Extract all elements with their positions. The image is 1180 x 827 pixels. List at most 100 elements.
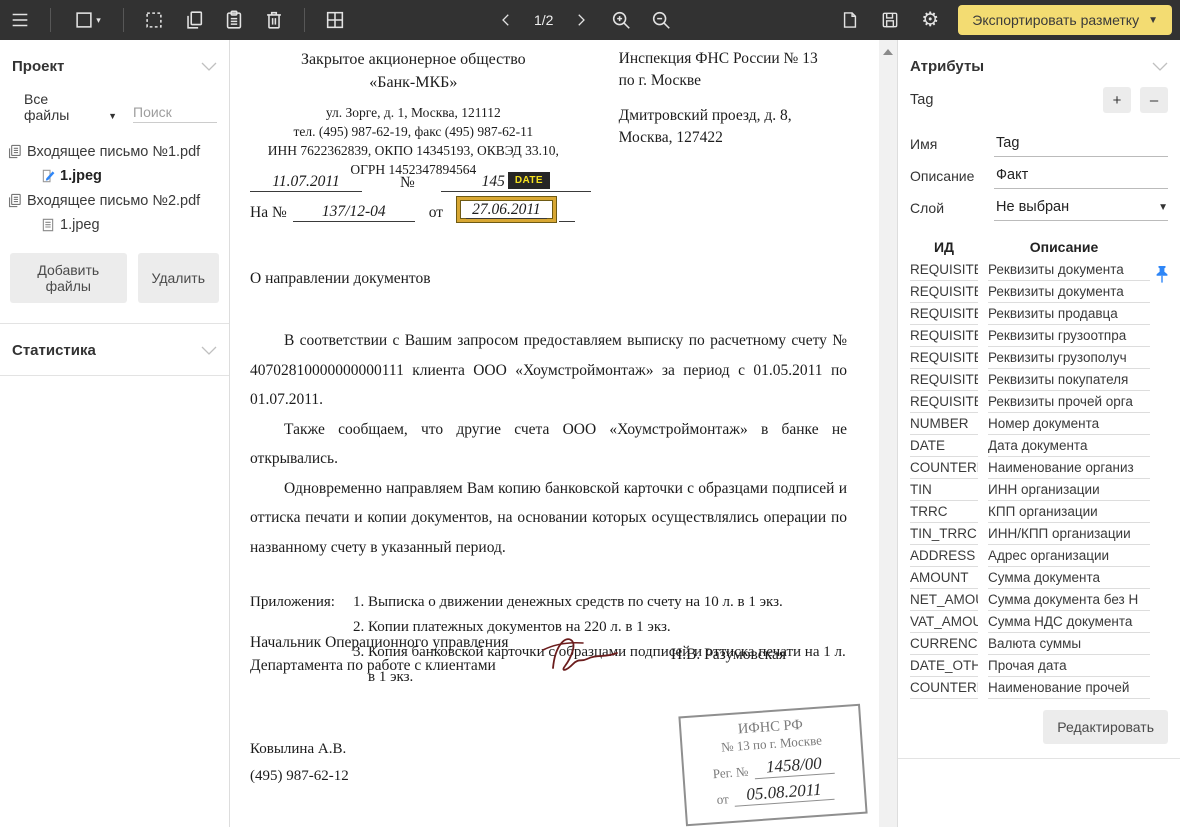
new-file-icon[interactable] xyxy=(837,7,863,33)
vertical-scrollbar[interactable] xyxy=(879,40,897,827)
attribute-description: Реквизиты документа xyxy=(988,281,1150,303)
grid-icon[interactable] xyxy=(322,7,348,33)
delete-icon[interactable] xyxy=(261,7,287,33)
statistics-title: Статистика xyxy=(12,342,96,359)
attribute-table-row[interactable]: CURRENCY Валюта суммы xyxy=(910,633,1168,655)
edit-button[interactable]: Редактировать xyxy=(1043,710,1168,744)
date-number-line: 11.07.2011 № 145DATE xyxy=(250,172,591,192)
sidebar-divider xyxy=(0,375,229,376)
attribute-table-row[interactable]: DATE Дата документа xyxy=(910,435,1168,457)
file-name: 1.jpeg xyxy=(60,217,100,233)
description-label: Описание xyxy=(910,168,994,189)
next-page-icon[interactable] xyxy=(568,7,594,33)
file-filter-dropdown[interactable]: Все файлы xyxy=(24,91,94,123)
tag-label: Tag xyxy=(910,92,1094,108)
recipient-line: по г. Москве xyxy=(619,70,818,92)
letter-paragraph: Также сообщаем, что другие счета ООО «Хо… xyxy=(250,415,847,474)
number-sign: № xyxy=(400,174,415,192)
file-filter-row: Все файлы ▼ xyxy=(0,83,229,129)
remove-tag-button[interactable]: – xyxy=(1140,87,1168,113)
attribute-table-row[interactable]: REQUISITES Реквизиты грузополуч xyxy=(910,347,1168,369)
attribute-id: REQUISITES xyxy=(910,347,978,369)
attribute-id: REQUISITES xyxy=(910,391,978,413)
project-title: Проект xyxy=(12,58,64,75)
save-icon[interactable] xyxy=(877,7,903,33)
menu-icon[interactable] xyxy=(7,7,33,33)
attribute-table-row[interactable]: TIN ИНН организации xyxy=(910,479,1168,501)
scroll-up-arrow-icon[interactable] xyxy=(883,49,893,55)
export-markup-button[interactable]: Экспортировать разметку ▼ xyxy=(958,5,1172,35)
attribute-description: ИНН организации xyxy=(988,479,1150,501)
contact-name: Ковылина А.В. xyxy=(250,736,349,763)
rectangle-tool-caret-icon[interactable]: ▾ xyxy=(96,15,101,26)
attribute-table-row[interactable]: AMOUNT Сумма документа xyxy=(910,567,1168,589)
chevron-down-icon[interactable] xyxy=(201,62,217,71)
settings-gear-icon[interactable]: ⚙ xyxy=(917,7,943,33)
letter-number-field: 145DATE xyxy=(441,172,591,192)
attribute-table-row[interactable]: COUNTERP Наименование прочей xyxy=(910,677,1168,699)
marquee-select-icon[interactable] xyxy=(141,7,167,33)
file-tree-item-jpeg1-selected[interactable]: 1.jpeg xyxy=(0,164,229,188)
contact-phone: (495) 987-62-12 xyxy=(250,763,349,790)
attribute-table-row[interactable]: ADDRESS Адрес организации xyxy=(910,545,1168,567)
description-field-row: Описание Факт xyxy=(898,157,1180,189)
attribute-table-row[interactable]: REQUISITES Реквизиты продавца xyxy=(910,303,1168,325)
statistics-section-header[interactable]: Статистика xyxy=(0,324,229,367)
prev-page-icon[interactable] xyxy=(493,7,519,33)
chevron-down-icon[interactable] xyxy=(1152,62,1168,71)
file-name: Входящее письмо №2.pdf xyxy=(27,193,200,209)
recipient-address: Дмитровский проезд, д. 8, Москва, 127422 xyxy=(619,105,818,149)
attribute-id: AMOUNT xyxy=(910,567,978,589)
add-files-button[interactable]: Добавить файлы xyxy=(10,253,127,303)
chevron-down-icon[interactable] xyxy=(201,346,217,355)
pin-icon[interactable] xyxy=(1154,265,1170,284)
attribute-table-row[interactable]: REQUISITES Реквизиты документа xyxy=(910,281,1168,303)
layer-select[interactable]: Не выбран▼ xyxy=(994,199,1168,221)
attribute-table-row[interactable]: TRRC КПП организации xyxy=(910,501,1168,523)
main-area: Проект Все файлы ▼ Входящее письмо №1.pd… xyxy=(0,40,1180,827)
paste-icon[interactable] xyxy=(221,7,247,33)
pages-icon xyxy=(6,192,23,209)
search-input[interactable] xyxy=(133,102,217,123)
attribute-table-row[interactable]: VAT_AMOU Сумма НДС документа xyxy=(910,611,1168,633)
rectangle-tool-icon[interactable]: ▾ xyxy=(68,7,106,33)
attribute-description: Реквизиты документа xyxy=(988,259,1150,281)
toolbar-separator xyxy=(123,8,124,32)
add-tag-button[interactable]: + xyxy=(1103,87,1131,113)
attribute-table-row[interactable]: COUNTERP Наименование организ xyxy=(910,457,1168,479)
date-tag-chip[interactable]: DATE xyxy=(508,172,550,189)
attribute-description: Сумма документа xyxy=(988,567,1150,589)
attribute-id: NET_AMOU xyxy=(910,589,978,611)
recipient-block: Инспекция ФНС России № 13 по г. Москве Д… xyxy=(619,48,818,179)
attribute-id: REQUISITES xyxy=(910,259,978,281)
attribute-table-row[interactable]: NET_AMOU Сумма документа без Н xyxy=(910,589,1168,611)
zoom-out-icon[interactable] xyxy=(648,7,674,33)
delete-files-button[interactable]: Удалить xyxy=(138,253,219,303)
letter-number: 145 xyxy=(482,173,505,190)
project-section-header[interactable]: Проект xyxy=(0,40,229,83)
file-tree-item-pdf1[interactable]: Входящее письмо №1.pdf xyxy=(0,139,229,164)
attribute-table-row[interactable]: REQUISITES Реквизиты покупателя xyxy=(910,369,1168,391)
attribute-description: Реквизиты продавца xyxy=(988,303,1150,325)
contact-block: Ковылина А.В. (495) 987-62-12 xyxy=(250,736,349,790)
name-input[interactable]: Tag xyxy=(994,135,1168,157)
date-annotation-box[interactable]: 27.06.2011 xyxy=(457,197,556,222)
attributes-section-header[interactable]: Атрибуты xyxy=(898,40,1180,83)
edit-row: Редактировать xyxy=(898,699,1180,758)
attribute-table-row[interactable]: REQUISITES Реквизиты документа xyxy=(910,259,1168,281)
stamp-reg-value: 1458/00 xyxy=(753,753,834,780)
attribute-description: Прочая дата xyxy=(988,655,1150,677)
zoom-in-icon[interactable] xyxy=(608,7,634,33)
attribute-table-row[interactable]: NUMBER Номер документа xyxy=(910,413,1168,435)
file-tree-item-jpeg2[interactable]: 1.jpeg xyxy=(0,213,229,237)
attribute-table-row[interactable]: DATE_OTHI Прочая дата xyxy=(910,655,1168,677)
export-caret-icon: ▼ xyxy=(1148,15,1158,26)
copy-icon[interactable] xyxy=(181,7,207,33)
description-input[interactable]: Факт xyxy=(994,167,1168,189)
attribute-table-row[interactable]: REQUISITES Реквизиты грузоотпра xyxy=(910,325,1168,347)
filter-caret-icon[interactable]: ▼ xyxy=(108,111,117,121)
file-tree-item-pdf2[interactable]: Входящее письмо №2.pdf xyxy=(0,188,229,213)
attribute-table-row[interactable]: REQUISITES Реквизиты прочей орга xyxy=(910,391,1168,413)
attribute-table-row[interactable]: TIN_TRRC ИНН/КПП организации xyxy=(910,523,1168,545)
layer-label: Слой xyxy=(910,200,994,221)
